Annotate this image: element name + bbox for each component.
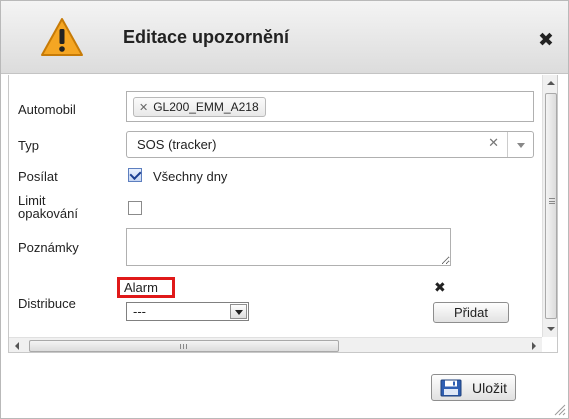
notes-label: Poznámky [18, 240, 79, 255]
save-button[interactable]: Uložit [431, 374, 516, 401]
type-select-value: SOS (tracker) [137, 137, 217, 152]
vehicle-multiselect[interactable]: ✕ GL200_EMM_A218 [126, 91, 534, 122]
save-button-label: Uložit [472, 380, 508, 396]
send-all-days-label: Všechny dny [153, 169, 228, 184]
scroll-up-icon[interactable] [543, 75, 557, 91]
save-icon [440, 379, 462, 397]
distribution-item-label: Alarm [124, 280, 158, 295]
close-icon[interactable]: ✖ [536, 31, 556, 51]
limit-label-line2: opakování [18, 206, 78, 221]
send-label: Posílat [18, 169, 58, 184]
resize-grip-icon[interactable] [552, 402, 566, 416]
alert-edit-dialog: Editace upozornění ✖ Automobil ✕ GL200_EM… [0, 0, 569, 419]
chevron-down-icon[interactable] [230, 304, 247, 319]
vertical-scroll-thumb[interactable] [545, 93, 557, 319]
dialog-title: Editace upozornění [123, 27, 290, 47]
form-content: Automobil ✕ GL200_EMM_A218 Typ SOS (track… [8, 75, 558, 353]
distribution-label: Distribuce [18, 296, 76, 311]
distribution-item-alarm: Alarm [117, 277, 175, 298]
dialog-header: Editace upozornění ✖ [1, 1, 568, 74]
horizontal-scroll-thumb[interactable] [29, 340, 339, 352]
add-button[interactable]: Přidat [433, 302, 509, 323]
vehicle-token[interactable]: ✕ GL200_EMM_A218 [133, 97, 266, 117]
scroll-right-icon[interactable] [526, 338, 542, 352]
notes-textarea[interactable] [126, 228, 451, 266]
clear-icon[interactable]: ✕ [488, 135, 499, 151]
remove-distribution-icon[interactable]: ✖ [434, 279, 446, 296]
chevron-down-icon[interactable] [507, 132, 533, 157]
distribution-select-value: --- [133, 304, 146, 319]
distribution-select[interactable]: --- [126, 302, 249, 321]
vertical-scrollbar[interactable] [542, 75, 557, 337]
type-label: Typ [18, 138, 39, 153]
scroll-down-icon[interactable] [543, 321, 557, 337]
send-all-days-checkbox[interactable] [128, 168, 142, 182]
limit-checkbox[interactable] [128, 201, 142, 215]
type-select[interactable]: SOS (tracker) ✕ [126, 131, 534, 158]
scroll-left-icon[interactable] [9, 338, 25, 352]
warning-icon [41, 18, 83, 56]
vehicle-token-label: GL200_EMM_A218 [153, 100, 259, 114]
horizontal-scrollbar[interactable] [9, 337, 542, 352]
remove-icon[interactable]: ✕ [139, 102, 148, 114]
vehicle-label: Automobil [18, 102, 76, 117]
